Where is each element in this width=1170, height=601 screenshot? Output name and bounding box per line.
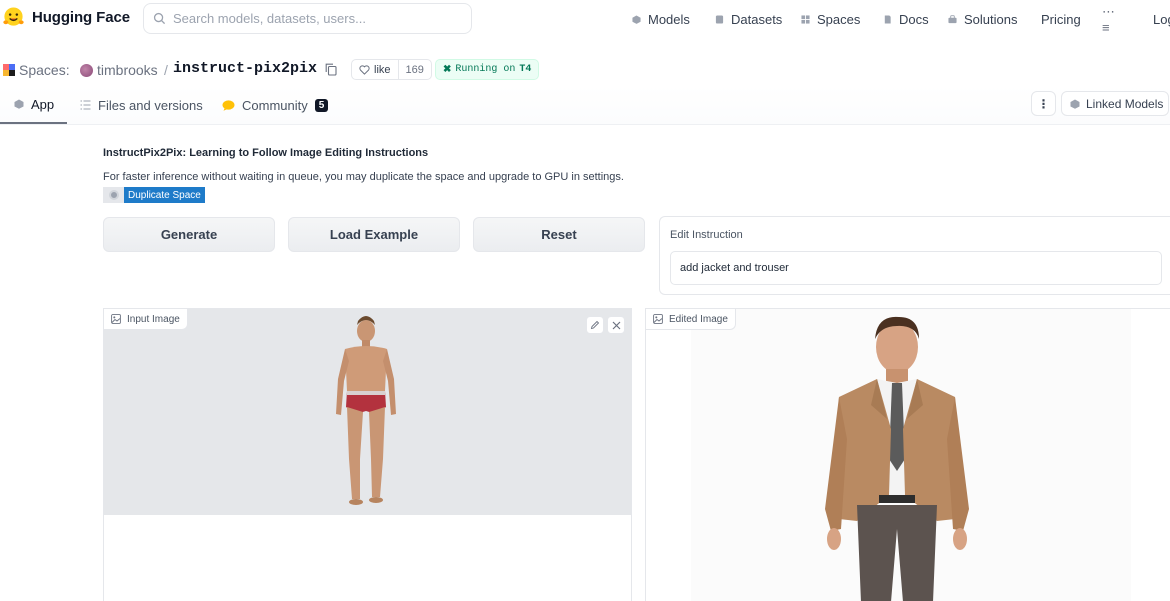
input-image-label: Input Image [127, 313, 180, 325]
nav-login[interactable]: Log [1153, 12, 1170, 27]
tab-community-label: Community [242, 97, 308, 113]
nav-spaces-label: Spaces [817, 11, 861, 27]
running-status-badge[interactable]: ✖ Running on T4 [435, 59, 540, 80]
duplicate-icon [103, 187, 124, 203]
edited-image-label: Edited Image [669, 313, 728, 325]
space-repo-name[interactable]: instruct-pix2pix [173, 60, 317, 77]
running-icon: ✖ [443, 64, 452, 76]
nav-pricing[interactable]: Pricing [1041, 12, 1081, 27]
models-icon [632, 14, 641, 24]
input-image-panel[interactable]: Input Image [103, 308, 632, 601]
edit-instruction-panel: Edit Instruction [659, 216, 1170, 295]
load-example-button[interactable]: Load Example [288, 217, 460, 252]
nav-solutions-label: Solutions [964, 11, 1018, 27]
clear-image-button[interactable] [607, 316, 625, 334]
edit-instruction-input[interactable] [670, 251, 1162, 285]
search-box[interactable] [143, 3, 472, 34]
app-icon [14, 99, 24, 109]
spaces-icon [801, 14, 810, 24]
files-icon [80, 100, 91, 110]
top-navbar: Hugging Face Models Datasets Spaces Docs… [0, 0, 1170, 38]
duplicate-space-label: Duplicate Space [124, 187, 205, 203]
nav-models[interactable]: Models [632, 12, 690, 27]
hardware-label: T4 [519, 64, 532, 75]
spaces-section-label[interactable]: Spaces: [19, 62, 70, 78]
edit-image-button[interactable] [586, 316, 604, 334]
more-menu-icon: ⋯≡ [1102, 3, 1115, 35]
input-person-image [336, 316, 396, 505]
copy-icon[interactable] [325, 63, 337, 76]
app-description: For faster inference without waiting in … [103, 171, 624, 183]
nav-models-label: Models [648, 11, 690, 27]
input-image-label-tag: Input Image [104, 309, 188, 330]
kebab-icon: ⋮ [1037, 96, 1050, 111]
like-button[interactable]: like 169 [351, 59, 432, 80]
reset-button[interactable]: Reset [473, 217, 645, 252]
path-separator: / [164, 62, 168, 78]
edit-instruction-label: Edit Instruction [670, 229, 743, 241]
like-label: like [374, 63, 391, 76]
tab-app[interactable]: App [0, 86, 67, 124]
tab-files-label: Files and versions [98, 97, 203, 113]
close-icon [612, 321, 620, 329]
nav-more-menu[interactable]: ⋯≡ [1102, 4, 1115, 35]
search-icon [153, 12, 166, 25]
spaces-logo-icon [3, 64, 15, 76]
image-icon [111, 314, 121, 324]
pencil-icon [590, 320, 600, 330]
tab-community[interactable]: Community 5 [222, 86, 329, 124]
nav-datasets[interactable]: Datasets [715, 12, 782, 27]
hugging-face-logo-icon [3, 7, 24, 26]
input-image[interactable] [104, 309, 631, 515]
tab-app-label: App [31, 96, 55, 112]
nav-spaces[interactable]: Spaces [801, 12, 860, 27]
app-title: InstructPix2Pix: Learning to Follow Imag… [103, 147, 429, 159]
community-count-badge: 5 [314, 98, 329, 112]
image-icon [653, 314, 663, 324]
brand-name: Hugging Face [32, 9, 130, 26]
linked-models-icon [1070, 99, 1080, 109]
nav-docs[interactable]: Docs [883, 12, 929, 27]
linked-models-label: Linked Models [1086, 96, 1164, 111]
nav-solutions[interactable]: Solutions [948, 12, 1017, 27]
nav-login-label: Log [1153, 11, 1170, 27]
linked-models-button[interactable]: Linked Models [1061, 91, 1169, 116]
nav-docs-label: Docs [899, 11, 929, 27]
edited-image-panel: Edited Image [645, 308, 1170, 601]
more-options-button[interactable]: ⋮ [1031, 91, 1056, 116]
brand[interactable]: Hugging Face [2, 6, 130, 29]
nav-datasets-label: Datasets [731, 11, 783, 27]
duplicate-space-badge[interactable]: Duplicate Space [103, 187, 205, 203]
docs-icon [884, 14, 891, 24]
generate-button[interactable]: Generate [103, 217, 275, 252]
space-tabs: App Files and versions Community 5 ⋮ Lin… [0, 86, 1170, 125]
nav-pricing-label: Pricing [1041, 11, 1081, 27]
space-owner-link[interactable]: timbrooks [97, 62, 158, 78]
heart-icon [359, 64, 370, 75]
datasets-icon [715, 14, 724, 24]
tab-files[interactable]: Files and versions [80, 86, 203, 124]
solutions-icon [948, 14, 957, 23]
like-count: 169 [405, 63, 424, 76]
like-label-wrap: like [352, 60, 399, 79]
edited-person-image [825, 316, 969, 601]
running-label: Running on [455, 64, 516, 75]
search-input[interactable] [173, 11, 453, 26]
edited-image-label-tag: Edited Image [646, 309, 736, 330]
community-icon [222, 99, 235, 111]
owner-avatar[interactable] [80, 64, 93, 77]
